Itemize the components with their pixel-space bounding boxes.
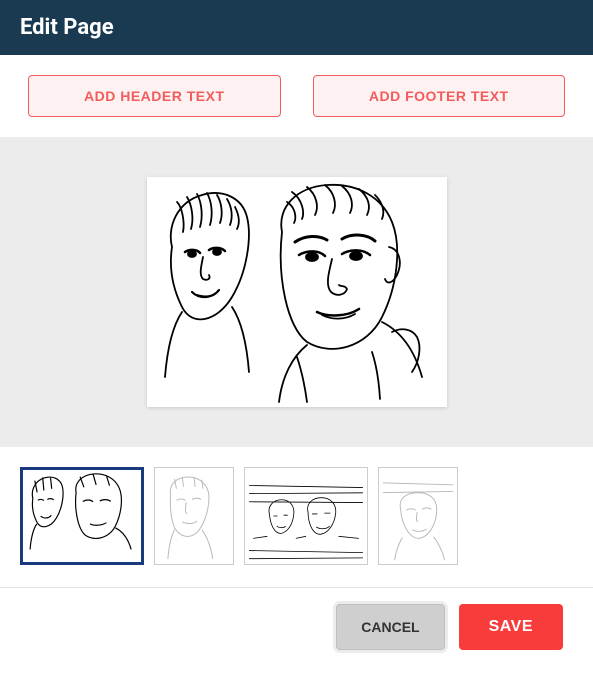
thumbnail-option[interactable] [20,467,144,565]
preview-image [147,177,447,407]
thumbnail-option[interactable] [154,467,234,565]
dialog-header: Edit Page [0,0,593,55]
text-options-row: ADD HEADER TEXT ADD FOOTER TEXT [0,55,593,137]
thumbnail-option[interactable] [244,467,368,565]
add-header-text-button[interactable]: ADD HEADER TEXT [28,75,281,117]
page-title: Edit Page [20,15,114,40]
preview-area [0,137,593,447]
thumbnail-strip [0,447,593,588]
thumbnail-option[interactable] [378,467,458,565]
cancel-button[interactable]: CANCEL [336,604,444,650]
save-button[interactable]: SAVE [459,604,563,650]
add-footer-text-button[interactable]: ADD FOOTER TEXT [313,75,566,117]
dialog-footer: CANCEL SAVE [0,588,593,666]
sketch-image [147,177,447,407]
